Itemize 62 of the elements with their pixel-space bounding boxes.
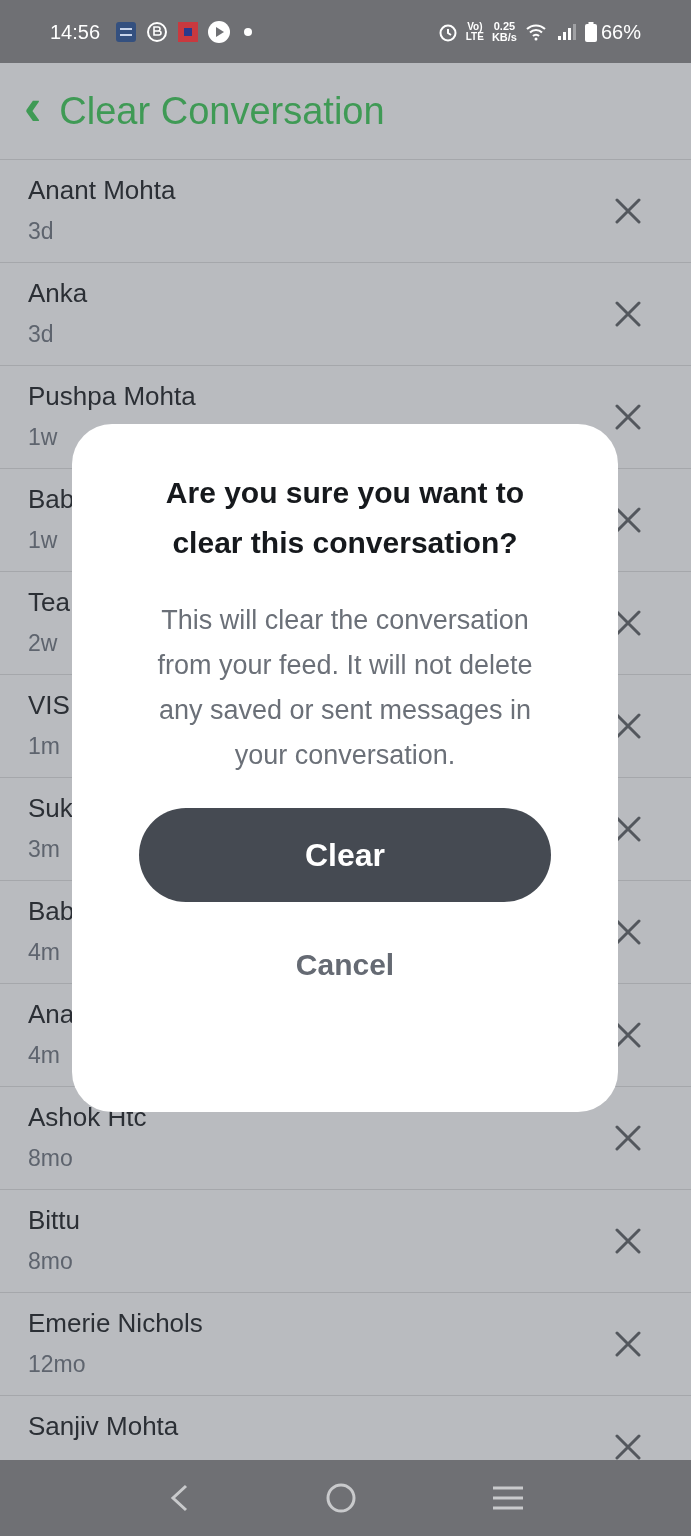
close-icon[interactable] <box>615 301 641 327</box>
last-active-time: 2w <box>28 629 58 658</box>
conversation-row[interactable]: Anka 3d <box>0 263 691 366</box>
last-active-time: 3d <box>28 320 54 349</box>
contact-name: Tea <box>28 586 70 618</box>
close-icon[interactable] <box>615 1434 641 1460</box>
last-active-time: 8mo <box>28 1247 73 1276</box>
dialog-title: Are you sure you want to clear this conversation? <box>164 475 526 561</box>
play-icon <box>208 20 231 43</box>
battery-percent: 66% <box>600 19 641 45</box>
cancel-button[interactable]: Cancel <box>283 938 407 991</box>
last-active-time: 1w <box>28 423 58 452</box>
last-active-time: 3d <box>28 217 54 246</box>
network-speed: 0.25 <box>493 20 516 32</box>
close-icon[interactable] <box>615 198 641 224</box>
contact-name: Pushpa Mohta <box>28 380 196 412</box>
battery-icon <box>584 21 597 42</box>
screen-title: Clear Conversation <box>59 88 385 134</box>
contact-name: Anka <box>28 277 88 309</box>
close-icon[interactable] <box>615 1331 641 1357</box>
chat-icon <box>146 20 169 43</box>
last-active-time: 1w <box>28 526 58 555</box>
app-icon <box>116 21 137 42</box>
close-icon[interactable] <box>615 1228 641 1254</box>
contact-name: Bittu <box>28 1204 81 1236</box>
menu-icon[interactable] <box>491 1485 524 1511</box>
close-icon[interactable] <box>615 816 641 842</box>
last-active-time: 4m <box>28 1041 60 1070</box>
network-type: Vo) <box>467 21 483 32</box>
contact-name: Bab <box>28 483 75 515</box>
speed-unit: KB/s <box>491 31 517 43</box>
contact-name: Suk <box>28 792 73 824</box>
last-active-time: 8mo <box>28 1144 73 1173</box>
network-type: LTE <box>465 31 484 42</box>
signal-icon <box>556 22 577 41</box>
close-icon[interactable] <box>615 507 641 533</box>
conversation-row[interactable]: Emerie Nichols 12mo <box>0 1293 691 1396</box>
wifi-icon <box>524 22 547 41</box>
clock: 14:56 <box>50 19 101 45</box>
clear-button[interactable]: Clear <box>139 808 551 902</box>
contact-name: Bab <box>28 895 75 927</box>
last-active-time: 1m <box>28 732 60 761</box>
dialog-message: This will clear the conversation from your feed. It will not delete any saved or sent messages in your conversation. <box>156 604 534 772</box>
dot-icon <box>244 27 253 36</box>
conversation-row[interactable]: Anant Mohta 3d <box>0 160 691 263</box>
conversation-row[interactable]: Bittu 8mo <box>0 1190 691 1293</box>
contact-name: Anant Mohta <box>28 174 176 206</box>
close-icon[interactable] <box>615 610 641 636</box>
home-icon[interactable] <box>324 1482 357 1514</box>
last-active-time: 3m <box>28 835 60 864</box>
close-icon[interactable] <box>615 404 641 430</box>
app-icon <box>178 21 199 42</box>
last-active-time: 12mo <box>28 1350 86 1379</box>
contact-name: Ana <box>28 998 75 1030</box>
contact-name: Emerie Nichols <box>28 1307 203 1339</box>
close-icon[interactable] <box>615 919 641 945</box>
close-icon[interactable] <box>615 1125 641 1151</box>
close-icon[interactable] <box>615 713 641 739</box>
contact-name: Sanjiv Mohta <box>28 1410 179 1442</box>
close-icon[interactable] <box>615 1022 641 1048</box>
last-active-time: 4m <box>28 938 60 967</box>
contact-name: VIS <box>28 689 70 721</box>
